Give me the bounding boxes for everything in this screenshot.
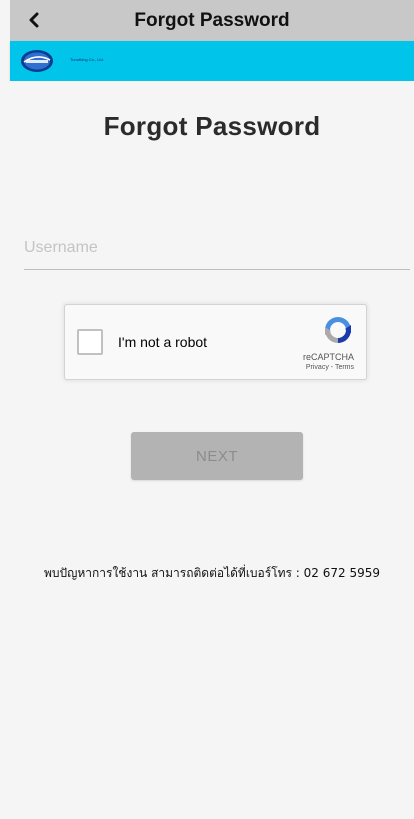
recaptcha-terms-link[interactable]: Terms bbox=[335, 364, 354, 371]
top-navbar: Forgot Password bbox=[10, 0, 414, 41]
username-input[interactable] bbox=[24, 229, 410, 267]
username-field bbox=[24, 229, 410, 270]
brand-band: Tunothing Co., Ltd. bbox=[10, 41, 414, 81]
recaptcha-links: Privacy - Terms bbox=[306, 364, 354, 371]
company-logo-mark bbox=[21, 50, 53, 72]
page-title: Forgot Password bbox=[103, 111, 321, 141]
recaptcha-checkbox[interactable] bbox=[77, 329, 103, 355]
recaptcha-logo-icon bbox=[325, 317, 351, 343]
app-frame: Forgot Password Tunothing Co., Ltd. Forg… bbox=[0, 0, 414, 819]
recaptcha-privacy-link[interactable]: Privacy bbox=[306, 364, 329, 371]
recaptcha-label: I'm not a robot bbox=[118, 334, 208, 350]
navbar-title: Forgot Password bbox=[134, 10, 290, 31]
company-logo-text: Tunothing Co., Ltd. bbox=[70, 57, 104, 62]
next-button[interactable]: NEXT bbox=[131, 432, 303, 480]
recaptcha-widget: I'm not a robot reCAPTCHA Privacy - Term… bbox=[64, 304, 367, 380]
support-contact-text: พบปัญหาการใช้งาน สามารถติดต่อได้ที่เบอร์… bbox=[43, 566, 381, 580]
company-logo: Tunothing Co., Ltd. bbox=[20, 49, 130, 73]
recaptcha-brand-text: reCAPTCHA bbox=[302, 352, 354, 362]
forgot-password-form: Forgot Password I'm not a robot reCAPTCH… bbox=[10, 81, 414, 819]
